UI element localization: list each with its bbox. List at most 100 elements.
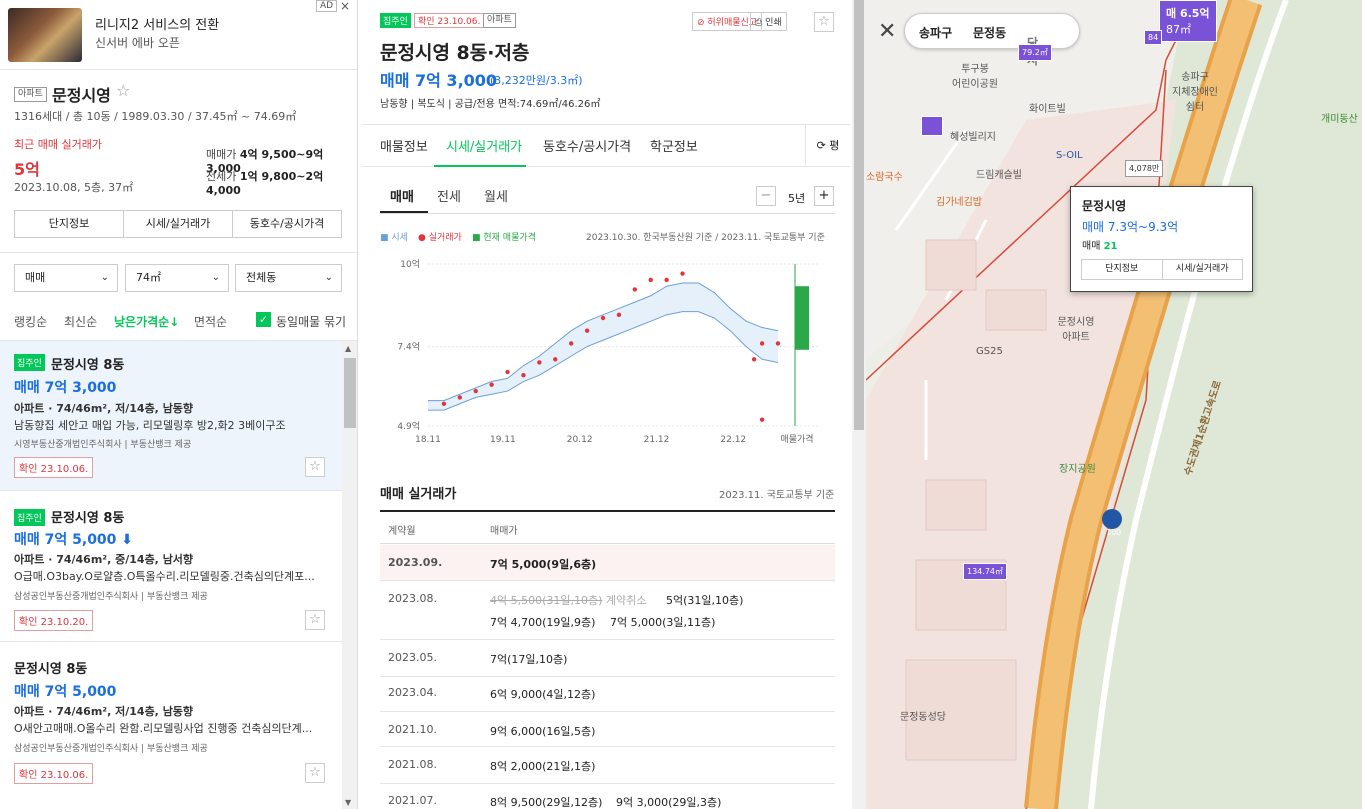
favorite-star-icon[interactable]: ☆ <box>116 81 130 100</box>
listing-item[interactable]: 문정시영 8동 매매 7억 5,000 아파트 · 74/46m², 저/14층… <box>0 643 342 809</box>
chart-trade-point <box>680 271 685 276</box>
listing-item[interactable]: 집주인 문정시영 8동 매매 7억 3,000 아파트 · 74/46m², 저… <box>0 341 342 491</box>
cancelled-trade: 4억 5,500(31일,10층) <box>490 594 603 607</box>
sort-low-price[interactable]: 낮은가격순↓ <box>114 313 179 330</box>
area-select[interactable]: 74㎡ ⌄ <box>125 264 229 292</box>
chart-trade-point <box>751 357 757 362</box>
print-label: 인쇄 <box>765 18 782 28</box>
col-price: 매매가 <box>490 526 518 537</box>
chart-trade-point <box>775 341 781 346</box>
map-breadcrumb: 송파구 문정동 단지 ⌄ <box>904 13 1080 67</box>
tab-price-history[interactable]: 시세/실거래가 <box>446 136 522 155</box>
trade-date: 2023.08. <box>388 592 437 605</box>
star-icon[interactable]: ☆ <box>305 610 325 630</box>
period-plus-button[interactable]: + <box>814 186 834 206</box>
area-unit-toggle[interactable]: ⟳ 평 <box>805 125 850 166</box>
scroll-up-icon[interactable]: ▲ <box>345 344 351 353</box>
listing-agent: 삼성공인부동산중개법인주식회사 | 부동산뱅크 제공 <box>14 744 208 754</box>
map-close-icon[interactable]: ✕ <box>878 19 896 44</box>
popup-count-label: 매매 <box>1082 241 1101 252</box>
chart-x-tick-label: 19.11 <box>490 435 516 445</box>
table-row: 2021.08. 8억 2,000(21일,1층) <box>380 747 835 784</box>
detail-scrollbar-thumb[interactable] <box>854 0 864 430</box>
map-price-pin[interactable] <box>921 116 943 136</box>
chart-trade-point <box>473 388 478 394</box>
listing-price: 매매 7억 3,000 <box>14 380 117 396</box>
tab-unit-price[interactable]: 동호수/공시가격 <box>543 136 631 155</box>
sort-latest[interactable]: 최신순 <box>64 313 97 330</box>
report-icon: ⊘ <box>697 18 708 28</box>
trade-date: 2021.08. <box>388 758 437 771</box>
chart-x-tick-label: 22.12 <box>720 435 746 445</box>
tab-listing-info[interactable]: 매물정보 <box>380 136 428 155</box>
trade-date: 2021.07. <box>388 794 437 807</box>
divider <box>0 252 357 253</box>
sort-ranking[interactable]: 랭킹순 <box>14 313 47 330</box>
deal-type-value: 매매 <box>25 271 46 284</box>
dong-select[interactable]: 전체동 ⌄ <box>235 264 342 292</box>
group-listing-checkbox[interactable]: ✓ <box>256 312 271 327</box>
complex-info-button[interactable]: 단지정보 <box>15 211 124 237</box>
ad-banner[interactable]: 리니지2 서비스의 전환 신서버 에바 오픈 AD × <box>0 0 357 70</box>
period-minus-button[interactable]: − <box>756 186 776 206</box>
ad-subtitle[interactable]: 신서버 에바 오픈 <box>95 34 180 51</box>
recent-trade-value: 5억 <box>14 160 40 179</box>
listing-price: 매매 7억 5,000 ⬇ <box>14 529 133 549</box>
trade-price: 5억(31일,10층) <box>666 594 744 607</box>
listing-spec: 아파트 · 74/46m², 저/14층, 남동향 <box>14 705 194 718</box>
star-icon[interactable]: ☆ <box>305 457 325 477</box>
print-button[interactable]: ⎙ 인쇄 <box>750 12 787 31</box>
map-label: S-OIL <box>1056 150 1083 161</box>
popup-complex-info-button[interactable]: 단지정보 <box>1082 260 1163 279</box>
breadcrumb-district[interactable]: 송파구 <box>919 24 952 41</box>
ad-title[interactable]: 리니지2 서비스의 전환 <box>95 14 219 33</box>
map-price-pin[interactable]: 84 <box>1144 30 1163 45</box>
type-tag: 아파트 <box>483 13 516 28</box>
owner-tag: 집주인 <box>380 13 411 28</box>
map-view[interactable]: ✕ 송파구 문정동 단지 ⌄ 매 6.5억 87㎡ 79.2㎡ 84 4,078만… <box>866 0 1362 809</box>
map-price-pin[interactable]: 134.74㎡ <box>963 563 1007 580</box>
chart-trade-point <box>759 341 765 346</box>
deal-type-select[interactable]: 매매 ⌄ <box>14 264 118 292</box>
ad-image[interactable] <box>8 8 82 62</box>
listing-item[interactable]: 집주인 문정시영 8동 매매 7억 5,000 ⬇ 아파트 · 74/46m²,… <box>0 492 342 642</box>
favorite-star-icon[interactable]: ☆ <box>814 12 834 32</box>
trade-price: 9억 6,000(16일,5층) <box>490 725 596 738</box>
unit-price-button[interactable]: 동호수/공시가격 <box>233 211 341 237</box>
dong-value: 전체동 <box>246 271 277 284</box>
chart-trade-point <box>648 277 653 283</box>
detail-panel: 집주인 확인 23.10.06. 아파트 ⊘ 허위매물신고 ⎙ 인쇄 ☆ 문정시… <box>362 0 850 809</box>
scroll-down-icon[interactable]: ▼ <box>345 798 351 807</box>
trade-section-title: 매매 실거래가 <box>380 487 457 502</box>
chart-band-upper-line <box>428 282 779 402</box>
subtab-jeonse[interactable]: 전세 <box>437 186 461 205</box>
chart-trade-point <box>457 395 463 400</box>
popup-count: 매매 21 <box>1082 237 1118 252</box>
trade-date: 2021.10. <box>388 723 437 736</box>
subtab-monthly[interactable]: 월세 <box>484 186 508 205</box>
tab-school[interactable]: 학군정보 <box>650 136 698 155</box>
star-icon[interactable]: ☆ <box>305 763 325 783</box>
map-price-pin[interactable]: 79.2㎡ <box>1018 44 1052 61</box>
ad-close-icon[interactable]: × <box>336 0 354 13</box>
price-history-button[interactable]: 시세/실거래가 <box>124 211 233 237</box>
map-label: 문정동성당 <box>900 712 946 723</box>
subtab-sale[interactable]: 매매 <box>390 186 414 205</box>
group-listing-label: 동일매물 묶기 <box>276 315 347 329</box>
table-row: 2021.10. 9억 6,000(16일,5층) <box>380 712 835 747</box>
map-price-pin[interactable]: 4,078만 <box>1125 160 1164 177</box>
confirm-badge: 확인 23.10.06. <box>14 457 94 478</box>
complex-popup[interactable]: 문정시영 매매 7.3억~9.3억 매매 21 단지정보 시세/실거래가 <box>1070 186 1253 292</box>
listing-scrollbar-thumb[interactable] <box>344 358 356 428</box>
map-price-pin[interactable]: 매 6.5억 87㎡ <box>1159 0 1217 42</box>
listing-price-text: 매매 7억 5,000 <box>14 532 117 548</box>
sort-area[interactable]: 면적순 <box>194 313 227 330</box>
provider-name: 부동산뱅크 제공 <box>146 744 208 754</box>
highway-shield-icon: 100 <box>1106 528 1122 537</box>
popup-price-button[interactable]: 시세/실거래가 <box>1163 260 1243 279</box>
recent-trade-detail: 2023.10.08, 5층, 37㎡ <box>14 181 134 194</box>
trade-price: 9억 3,000(29일,3층) <box>616 796 722 809</box>
price-down-icon: ⬇ <box>121 532 134 548</box>
breadcrumb-dong[interactable]: 문정동 <box>973 24 1006 41</box>
listing-desc: 남동향집 세안고 매입 가능, 리모델링후 방2,화2 3베이구조 <box>14 419 286 432</box>
